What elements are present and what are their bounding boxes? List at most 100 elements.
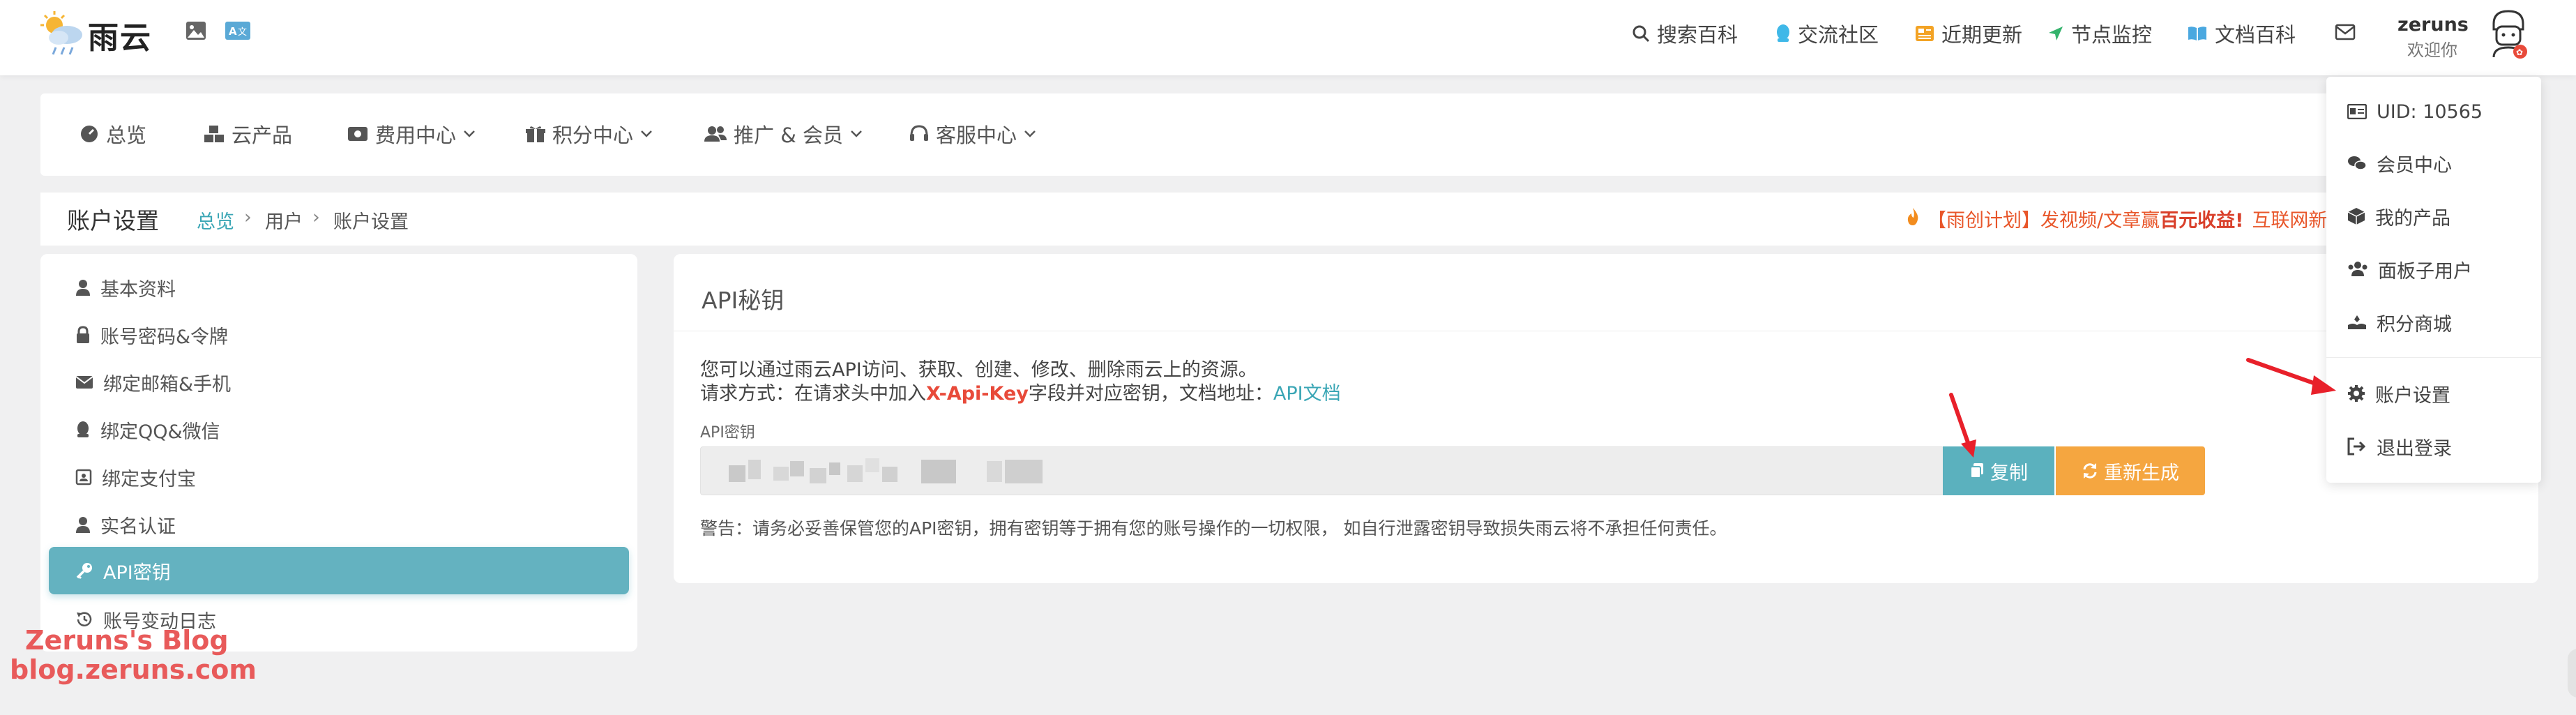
svg-text:文: 文: [238, 27, 247, 38]
sidebar-item-label: 绑定邮箱&手机: [103, 373, 232, 396]
menu-label: 积分中心: [552, 123, 634, 147]
cube-icon: [2347, 207, 2365, 225]
dropdown-label: 我的产品: [2375, 207, 2450, 229]
sidebar-item-label: 绑定支付宝: [102, 468, 196, 490]
api-key-field[interactable]: [700, 446, 1944, 495]
book-icon: [2187, 25, 2208, 42]
key-icon: [75, 562, 93, 580]
api-docs-link[interactable]: API文档: [1273, 383, 1341, 405]
user-icon: [75, 279, 91, 296]
translate-icon[interactable]: A文: [225, 21, 251, 40]
red-arrow-annotation: [2244, 354, 2342, 396]
sidebar-item-password[interactable]: 账号密码&令牌: [75, 321, 228, 349]
dropdown-label: 退出登录: [2377, 437, 2452, 460]
red-arrow-annotation: [1946, 391, 1987, 460]
blurred-key-value: [729, 458, 1043, 483]
avatar[interactable]: ✿: [2484, 8, 2533, 64]
sidebar-item-realname[interactable]: 实名认证: [75, 511, 176, 539]
copy-label: 复制: [1990, 462, 2028, 484]
menu-billing[interactable]: 费用中心: [347, 120, 476, 148]
breadcrumb-user[interactable]: 用户: [265, 206, 303, 234]
hand-holding-icon: [2347, 314, 2367, 331]
location-arrow-icon: [2047, 25, 2064, 42]
regenerate-button[interactable]: 重新生成: [2056, 446, 2205, 495]
dropdown-account-settings[interactable]: 账户设置: [2347, 379, 2450, 407]
nav-updates[interactable]: 近期更新: [1915, 20, 2022, 47]
sidebar-item-label: 绑定QQ&微信: [100, 421, 220, 443]
dropdown-logout[interactable]: 退出登录: [2347, 432, 2452, 460]
menu-overview[interactable]: 总览: [79, 120, 146, 148]
nav-label: 搜索百科: [1657, 23, 1738, 47]
breadcrumb-current: 账户设置: [333, 211, 409, 233]
chevron-down-icon: [463, 130, 476, 138]
welcome-text: 欢迎你: [2407, 40, 2457, 60]
dropdown-label: 积分商城: [2377, 313, 2452, 336]
nav-search-wiki[interactable]: 搜索百科: [1632, 20, 1738, 47]
sidebar-item-qq-wechat[interactable]: 绑定QQ&微信: [75, 416, 220, 444]
nav-docs[interactable]: 文档百科: [2187, 20, 2296, 47]
refresh-icon: [2082, 462, 2098, 479]
floating-side-button[interactable]: [2568, 649, 2576, 698]
dropdown-my-products[interactable]: 我的产品: [2347, 202, 2450, 230]
sidebar-item-label: 基本资料: [100, 278, 176, 301]
gear-icon: [2347, 384, 2365, 402]
qq-icon: [1775, 24, 1791, 43]
users-icon: [704, 125, 727, 143]
watermark-blog-name: Zeruns's Blog: [25, 625, 229, 656]
mail-icon[interactable]: [2335, 24, 2356, 40]
regenerate-label: 重新生成: [2104, 462, 2179, 484]
qq-icon: [75, 421, 91, 439]
notice-bold: 百元收益!: [2160, 210, 2244, 232]
logo-icon[interactable]: [39, 10, 88, 59]
logo-text[interactable]: 雨云: [88, 13, 152, 57]
news-icon: [1915, 25, 1934, 42]
breadcrumb-separator: ›: [244, 206, 252, 228]
headset-icon: [909, 124, 929, 144]
username[interactable]: zeruns: [2397, 14, 2469, 36]
menu-support[interactable]: 客服中心: [909, 120, 1036, 148]
lock-icon: [75, 326, 91, 344]
chevron-down-icon: [850, 130, 863, 138]
nav-node-monitor[interactable]: 节点监控: [2047, 20, 2152, 47]
watermark-blog-url: blog.zeruns.com: [10, 654, 257, 685]
nav-label: 文档百科: [2215, 23, 2296, 47]
image-icon[interactable]: [185, 21, 206, 40]
menu-promotion-member[interactable]: 推广 & 会员: [704, 120, 863, 148]
menu-points[interactable]: 积分中心: [526, 120, 653, 148]
chevron-down-icon: [1024, 130, 1036, 138]
breadcrumb-separator: ›: [312, 206, 320, 228]
user-icon: [75, 516, 91, 533]
menu-label: 推广 & 会员: [734, 123, 844, 147]
nav-community[interactable]: 交流社区: [1775, 20, 1879, 47]
dropdown-label: 面板子用户: [2378, 260, 2472, 283]
promo-notice[interactable]: 【雨创计划】发视频/文章赢百元收益! 互联网新: [1927, 205, 2327, 232]
dropdown-panel-subusers[interactable]: 面板子用户: [2347, 255, 2472, 283]
dropdown-points-mall[interactable]: 积分商城: [2347, 308, 2452, 336]
sidebar-item-label: 实名认证: [100, 515, 176, 538]
dashboard-icon: [79, 124, 99, 144]
users-icon: [2347, 261, 2368, 278]
sidebar-item-email-phone[interactable]: 绑定邮箱&手机: [75, 368, 231, 396]
svg-text:✿: ✿: [2516, 47, 2523, 57]
sidebar-item-alipay[interactable]: 绑定支付宝: [75, 463, 196, 491]
nav-label: 节点监控: [2071, 23, 2153, 47]
svg-text:A: A: [229, 25, 237, 38]
api-key-header-name: X-Api-Key: [926, 383, 1029, 405]
nav-label: 近期更新: [1941, 23, 2023, 47]
menu-cloud-products[interactable]: 云产品: [204, 120, 292, 148]
chevron-down-icon: [640, 130, 653, 138]
menu-label: 总览: [106, 123, 147, 147]
dropdown-label: 账户设置: [2375, 384, 2450, 407]
sidebar-item-api-key[interactable]: API密钥: [75, 557, 171, 585]
sidebar-item-profile[interactable]: 基本资料: [75, 273, 176, 301]
card-title: API秘钥: [702, 287, 785, 314]
menu-label: 云产品: [232, 123, 293, 147]
page-title: 账户设置: [67, 207, 159, 234]
envelope-icon: [75, 375, 93, 389]
dropdown-member-center[interactable]: 会员中心: [2347, 149, 2452, 177]
search-icon: [1632, 24, 1650, 43]
uid-text: UID: 10565: [2377, 100, 2483, 123]
notice-text-2: 互联网新: [2252, 210, 2328, 232]
breadcrumb-home[interactable]: 总览: [197, 206, 234, 234]
sidebar-item-label: 账号密码&令牌: [100, 326, 229, 348]
